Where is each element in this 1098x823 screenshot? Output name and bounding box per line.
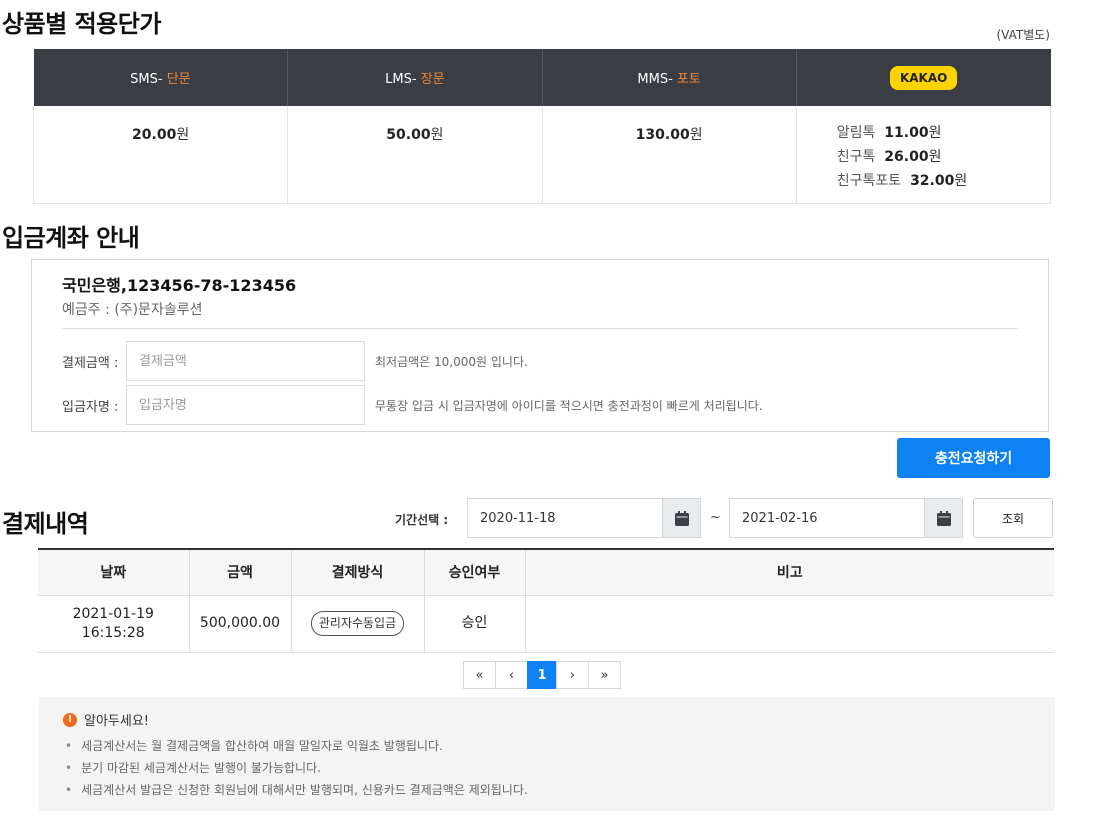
date-from-input[interactable] xyxy=(468,499,662,537)
price-header-mms: MMS- 포토 xyxy=(542,49,797,106)
kakao-friendtalk: 친구톡 26.00원 xyxy=(837,145,1050,169)
price-amount: 130.00 xyxy=(635,127,690,143)
method-badge: 관리자수동입금 xyxy=(310,611,405,636)
pagination: « ‹ 1 › » xyxy=(463,661,621,689)
amount-row: 결제금액 : 최저금액은 10,000원 입니다. xyxy=(62,341,528,381)
history-table: 날짜 금액 결제방식 승인여부 비고 2021-01-19 16:15:28 5… xyxy=(38,548,1054,653)
price-unit: 원 xyxy=(176,127,190,143)
price-amount: 20.00 xyxy=(132,127,177,143)
amount-label: 결제금액 : xyxy=(62,355,119,371)
account-title: 입금계좌 안내 xyxy=(2,224,140,252)
bank-account: 국민은행,123456-78-123456 xyxy=(62,276,297,295)
list-item: 분기 마감된 세금계산서는 발행이 불가능합니다. xyxy=(65,757,528,779)
next-page-button[interactable]: › xyxy=(556,661,589,689)
date-separator: ~ xyxy=(710,510,721,525)
kakao-item-unit: 원 xyxy=(928,125,942,141)
date-to-field xyxy=(729,498,963,538)
calendar-icon[interactable] xyxy=(924,499,962,537)
cell-note xyxy=(525,595,1054,653)
cell-status: 승인 xyxy=(424,595,526,653)
price-sms: 20.00원 xyxy=(32,106,289,204)
period-label: 기간선택 : xyxy=(395,513,449,527)
kakao-item-amount: 11.00 xyxy=(884,125,929,141)
kakao-item-unit: 원 xyxy=(954,173,968,189)
list-item: 세금계산서 발급은 신청한 회원님에 대해서만 발행되며, 신용카드 결제금액은… xyxy=(65,779,528,801)
charge-request-button[interactable]: 충전요청하기 xyxy=(897,438,1050,478)
kakao-item-label: 친구톡포토 xyxy=(836,173,902,189)
page-1-button[interactable]: 1 xyxy=(527,661,557,689)
depositor-input[interactable] xyxy=(126,385,365,425)
prev-page-button[interactable]: ‹ xyxy=(495,661,528,689)
kakao-item-unit: 원 xyxy=(928,149,942,165)
price-unit: 원 xyxy=(689,127,703,143)
kakao-item-amount: 26.00 xyxy=(884,149,929,165)
cell-method: 관리자수동입금 xyxy=(291,595,425,653)
cell-amount: 500,000.00 xyxy=(189,595,292,653)
price-table: SMS- 단문 LMS- 장문 MMS- 포토 KAKAO 20.00원 50.… xyxy=(32,49,1052,204)
history-title: 결제내역 xyxy=(2,510,89,538)
kakao-item-amount: 32.00 xyxy=(910,173,955,189)
history-header-row: 날짜 금액 결제방식 승인여부 비고 xyxy=(38,548,1054,596)
notice-title: 알아두세요! xyxy=(84,714,150,729)
kakao-item-label: 친구톡 xyxy=(836,149,876,165)
account-holder: 예금주 : (주)문자솔루션 xyxy=(62,302,203,318)
kakao-alimtalk: 알림톡 11.00원 xyxy=(837,121,1050,145)
vat-note: (VAT별도) xyxy=(996,28,1051,42)
first-page-button[interactable]: « xyxy=(463,661,496,689)
header-prefix: SMS- xyxy=(130,72,163,87)
col-date: 날짜 xyxy=(38,548,190,596)
date-from-field xyxy=(467,498,701,538)
warning-icon: ! xyxy=(63,712,77,727)
header-prefix: MMS- xyxy=(637,72,673,87)
amount-hint: 최저금액은 10,000원 입니다. xyxy=(375,354,528,369)
header-prefix: LMS- xyxy=(385,72,417,87)
header-accent: 단문 xyxy=(166,72,191,87)
last-page-button[interactable]: » xyxy=(588,661,621,689)
kakao-badge: KAKAO xyxy=(889,65,958,90)
price-lms: 50.00원 xyxy=(287,106,543,204)
kakao-friendtalk-photo: 친구톡포토 32.00원 xyxy=(837,169,1050,193)
price-mms: 130.00원 xyxy=(541,106,797,204)
pricing-title: 상품별 적용단가 xyxy=(2,10,161,38)
notice-box: ! 알아두세요! 세금계산서는 월 결제금액을 합산하여 매월 말일자로 익월초… xyxy=(39,697,1055,811)
col-amount: 금액 xyxy=(189,548,292,596)
calendar-icon[interactable] xyxy=(662,499,700,537)
header-accent: 장문 xyxy=(420,72,445,87)
price-kakao: 알림톡 11.00원 친구톡 26.00원 친구톡포토 32.00원 xyxy=(795,106,1052,204)
col-method: 결제방식 xyxy=(291,548,425,596)
kakao-item-label: 알림톡 xyxy=(836,125,876,141)
notice-list: 세금계산서는 월 결제금액을 합산하여 매월 말일자로 익월초 발행됩니다. 분… xyxy=(65,735,528,801)
search-button[interactable]: 조회 xyxy=(973,498,1053,538)
price-header-lms: LMS- 장문 xyxy=(287,49,543,106)
col-status: 승인여부 xyxy=(424,548,526,596)
col-note: 비고 xyxy=(525,548,1054,596)
date-to-input[interactable] xyxy=(730,499,924,537)
table-row: 2021-01-19 16:15:28 500,000.00 관리자수동입금 승… xyxy=(38,595,1054,653)
amount-input[interactable] xyxy=(126,341,365,381)
depositor-label: 입금자명 : xyxy=(62,399,119,415)
price-header-kakao: KAKAO xyxy=(796,49,1051,106)
cell-date: 2021-01-19 16:15:28 xyxy=(38,595,190,653)
header-accent: 포토 xyxy=(676,72,701,87)
divider xyxy=(62,328,1018,329)
price-header-sms: SMS- 단문 xyxy=(33,49,289,106)
depositor-hint: 무통장 입금 시 입금자명에 아이디를 적으시면 충전과정이 빠르게 처리됩니다… xyxy=(375,398,763,413)
notice-header: ! 알아두세요! xyxy=(63,710,149,729)
account-box: 국민은행,123456-78-123456 예금주 : (주)문자솔루션 결제금… xyxy=(31,259,1049,432)
depositor-row: 입금자명 : 무통장 입금 시 입금자명에 아이디를 적으시면 충전과정이 빠르… xyxy=(62,385,763,425)
price-unit: 원 xyxy=(430,127,444,143)
price-amount: 50.00 xyxy=(386,127,431,143)
list-item: 세금계산서는 월 결제금액을 합산하여 매월 말일자로 익월초 발행됩니다. xyxy=(65,735,528,757)
